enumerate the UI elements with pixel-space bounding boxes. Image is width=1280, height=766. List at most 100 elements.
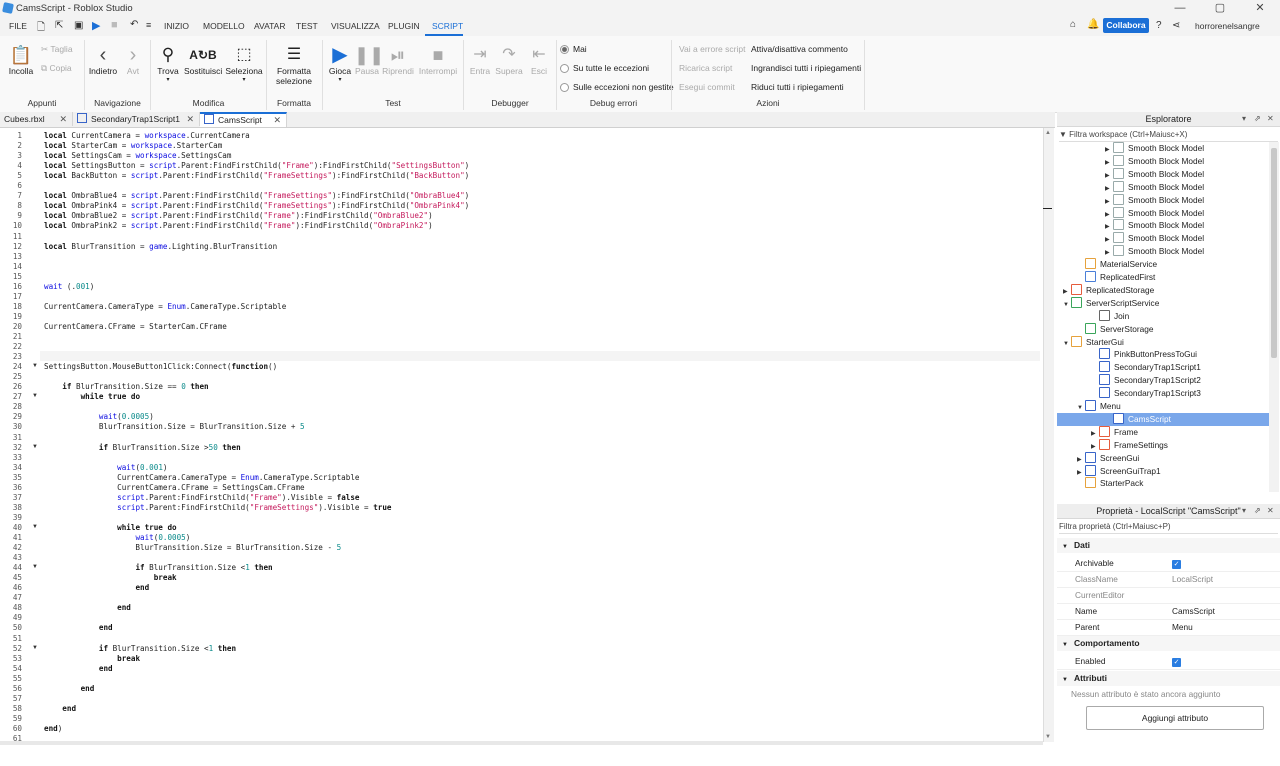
stop-quick-icon[interactable]: ■: [111, 19, 118, 31]
code-line[interactable]: local OmbraPink2 = script.Parent:FindFir…: [44, 221, 433, 230]
code-line[interactable]: local BackButton = script.Parent:FindFir…: [44, 171, 469, 180]
explorer-filter-input[interactable]: ▼ Filtra workspace (Ctrl+Maiusc+X): [1059, 128, 1278, 142]
tree-item-pink-button-press-to-gui[interactable]: PinkButtonPressToGui: [1057, 348, 1269, 361]
tree-item-smooth-block-model[interactable]: ▶ Smooth Block Model: [1057, 245, 1269, 258]
step-out-button[interactable]: ⇤ Esci: [526, 44, 552, 76]
fold-toggle-icon[interactable]: ▼: [32, 393, 38, 399]
tree-item-join-script[interactable]: Join: [1057, 309, 1269, 323]
forward-button[interactable]: › Avt: [121, 44, 145, 76]
code-line[interactable]: BlurTransition.Size = BlurTransition.Siz…: [44, 422, 305, 431]
code-line[interactable]: script.Parent:FindFirstChild("FrameSetti…: [44, 503, 391, 512]
tree-item-replicated-first[interactable]: ReplicatedFirst: [1057, 271, 1269, 284]
code-line[interactable]: local StarterCam = workspace.StarterCam: [44, 141, 222, 150]
commit-button[interactable]: Esegui commit: [679, 82, 735, 92]
copy-button[interactable]: ⧉ Copia: [41, 63, 72, 74]
panel-menu-icon[interactable]: ▾: [1242, 112, 1246, 126]
undo-icon[interactable]: ↶: [130, 19, 138, 30]
tree-item-smooth-block-model[interactable]: ▶ Smooth Block Model: [1057, 206, 1269, 220]
help-icon[interactable]: ?: [1156, 20, 1162, 31]
tree-item-material-service[interactable]: MaterialService: [1057, 258, 1269, 271]
fold-toggle-icon[interactable]: ▼: [32, 564, 38, 570]
code-line[interactable]: wait(0.001): [44, 463, 167, 472]
category-data[interactable]: ▼ Dati: [1057, 538, 1280, 553]
tree-item-starter-gui[interactable]: ▼ StarterGui: [1057, 335, 1269, 349]
close-tab-icon[interactable]: ✕: [186, 112, 194, 126]
fold-toggle-icon[interactable]: ▼: [32, 645, 38, 651]
open-file-icon[interactable]: ⇱: [55, 20, 63, 31]
name-value-field[interactable]: CamsScript: [1172, 604, 1215, 619]
menu-model[interactable]: MODELLO: [203, 21, 245, 31]
select-button[interactable]: ⬚ Seleziona ▾: [225, 44, 263, 83]
toggle-comment-button[interactable]: Attiva/disattiva commento: [751, 44, 848, 54]
code-line[interactable]: local OmbraBlue4 = script.Parent:FindFir…: [44, 191, 469, 200]
close-panel-icon[interactable]: ✕: [1267, 504, 1274, 518]
enabled-checkbox[interactable]: ✓: [1172, 657, 1181, 667]
save-icon[interactable]: ▣: [74, 20, 83, 31]
tree-item-smooth-block-model[interactable]: ▶ Smooth Block Model: [1057, 193, 1269, 207]
category-behavior[interactable]: ▼ Comportamento: [1057, 636, 1280, 651]
tree-item-replicated-storage[interactable]: ▶ ReplicatedStorage: [1057, 283, 1269, 297]
code-line[interactable]: local BlurTransition = game.Lighting.Blu…: [44, 242, 277, 251]
code-line[interactable]: wait (.001): [44, 282, 94, 291]
code-line[interactable]: if BlurTransition.Size <1 then: [44, 644, 236, 653]
tree-item-secondary-trap1-script1[interactable]: SecondaryTrap1Script1: [1057, 361, 1269, 374]
tab-secondary-trap[interactable]: SecondaryTrap1Script1 ✕: [73, 112, 200, 126]
code-line[interactable]: SettingsButton.MouseButton1Click:Connect…: [44, 362, 277, 371]
tree-item-smooth-block-model[interactable]: ▶ Smooth Block Model: [1057, 180, 1269, 194]
step-over-button[interactable]: ↷ Supera: [495, 44, 523, 76]
find-button[interactable]: ⚲ Trova ▾: [154, 44, 182, 83]
code-line[interactable]: end): [44, 724, 62, 733]
radio-unhandled[interactable]: Sulle eccezioni non gestite: [560, 82, 674, 93]
editor-horizontal-scrollbar[interactable]: [0, 741, 1043, 745]
code-line[interactable]: CurrentCamera.CFrame = StarterCam.CFrame: [44, 322, 227, 331]
minimize-button[interactable]: —: [1160, 0, 1200, 17]
code-line[interactable]: while true do: [44, 392, 140, 401]
tree-item-secondary-trap1-script3[interactable]: SecondaryTrap1Script3: [1057, 387, 1269, 400]
code-line[interactable]: local SettingsButton = script.Parent:Fin…: [44, 161, 469, 170]
fold-toggle-icon[interactable]: ▼: [32, 444, 38, 450]
code-line[interactable]: wait(0.0005): [44, 412, 154, 421]
code-line[interactable]: if BlurTransition.Size <1 then: [44, 563, 272, 572]
tree-item-smooth-block-model[interactable]: ▶ Smooth Block Model: [1057, 219, 1269, 232]
expand-all-folds-button[interactable]: Ingrandisci tutti i ripiegamenti: [751, 63, 861, 73]
code-line[interactable]: CurrentCamera.CameraType = Enum.CameraTy…: [44, 302, 286, 311]
cut-button[interactable]: ✂ Taglia: [41, 44, 73, 55]
code-line[interactable]: local SettingsCam = workspace.SettingsCa…: [44, 151, 231, 160]
tree-item-screen-gui[interactable]: ▶ ScreenGui: [1057, 451, 1269, 465]
add-attribute-button[interactable]: Aggiungi attributo: [1086, 706, 1264, 730]
tree-item-menu-gui[interactable]: ▼ Menu: [1057, 400, 1269, 413]
code-line[interactable]: end: [44, 704, 76, 713]
code-line[interactable]: end: [44, 603, 131, 612]
format-selection-button[interactable]: ☰ Formatta selezione: [272, 44, 316, 86]
code-line[interactable]: BlurTransition.Size = BlurTransition.Siz…: [44, 543, 341, 552]
home-icon[interactable]: ⌂: [1070, 19, 1076, 30]
new-file-icon[interactable]: 🗋: [37, 20, 45, 37]
code-line[interactable]: break: [44, 654, 140, 663]
code-line[interactable]: local OmbraBlue2 = script.Parent:FindFir…: [44, 211, 433, 220]
menu-file[interactable]: FILE: [9, 21, 27, 31]
radio-never[interactable]: Mai: [560, 44, 587, 55]
tree-item-camsscript[interactable]: CamsScript: [1057, 412, 1269, 426]
tree-item-starter-pack[interactable]: StarterPack: [1057, 477, 1269, 490]
collaborate-button[interactable]: Collabora: [1103, 18, 1149, 33]
fold-toggle-icon[interactable]: ▼: [32, 363, 38, 369]
pause-button[interactable]: ❚❚ Pausa: [354, 44, 384, 76]
notifications-icon[interactable]: 🔔: [1087, 19, 1099, 30]
explorer-scrollbar[interactable]: [1269, 142, 1279, 492]
menu-script[interactable]: SCRIPT: [432, 21, 463, 31]
category-attributes[interactable]: ▼ Attributi: [1057, 671, 1280, 686]
scroll-thumb[interactable]: [1271, 148, 1277, 358]
code-line[interactable]: CurrentCamera.CFrame = SettingsCam.CFram…: [44, 483, 304, 492]
tab-camsscript[interactable]: CamsScript ✕: [200, 112, 287, 127]
radio-all-exceptions[interactable]: Su tutte le eccezioni: [560, 63, 649, 74]
tree-item-smooth-block-model[interactable]: ▶ Smooth Block Model: [1057, 154, 1269, 168]
tree-item-smooth-block-model[interactable]: ▶ Smooth Block Model: [1057, 232, 1269, 245]
close-tab-icon[interactable]: ✕: [59, 112, 67, 126]
editor-vertical-scrollbar[interactable]: ▲ ▼: [1043, 128, 1054, 742]
collapse-all-folds-button[interactable]: Riduci tutti i ripiegamenti: [751, 82, 844, 92]
code-line[interactable]: local CurrentCamera = workspace.CurrentC…: [44, 131, 250, 140]
username[interactable]: horrorenelsangre: [1195, 21, 1260, 31]
step-in-button[interactable]: ⇥ Entra: [467, 44, 493, 76]
fold-toggle-icon[interactable]: ▼: [32, 524, 38, 530]
tree-item-server-script-service[interactable]: ▼ ServerScriptService: [1057, 296, 1269, 310]
